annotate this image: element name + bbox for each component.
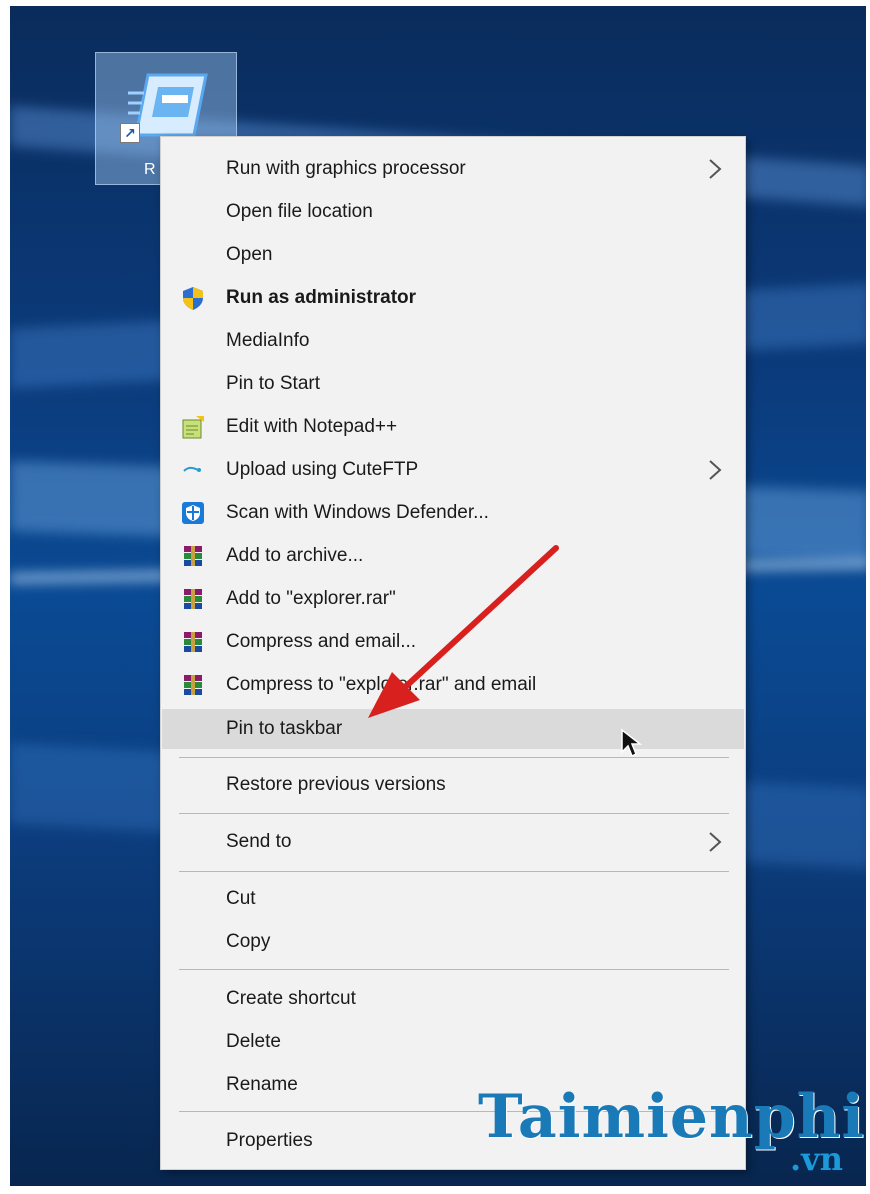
uac-shield-icon	[180, 285, 206, 311]
menu-item-label: Pin to taskbar	[226, 718, 343, 739]
chevron-right-icon	[709, 832, 722, 852]
menu-item-pin-to-start[interactable]: Pin to Start	[162, 364, 744, 404]
menu-item-open-file-location[interactable]: Open file location	[162, 192, 744, 232]
menu-item-label: Edit with Notepad++	[226, 416, 398, 437]
menu-item-label: Pin to Start	[226, 373, 320, 394]
menu-item-label: Run with graphics processor	[226, 158, 466, 179]
menu-item-mediainfo[interactable]: MediaInfo	[162, 321, 744, 361]
menu-item-label: Properties	[226, 1130, 313, 1151]
menu-item-label: Rename	[226, 1074, 298, 1095]
mouse-pointer-icon	[621, 728, 642, 758]
winrar-icon	[180, 629, 206, 655]
menu-item-compress-and-email[interactable]: Compress and email...	[162, 622, 744, 662]
menu-item-create-shortcut[interactable]: Create shortcut	[162, 979, 744, 1019]
menu-item-label: Send to	[226, 831, 292, 852]
menu-item-label: Compress to "explorer.rar" and email	[226, 674, 537, 695]
chevron-right-icon	[709, 159, 722, 179]
notepad-plus-plus-icon	[180, 414, 206, 440]
menu-item-compress-to-explorer-rar-and-email[interactable]: Compress to "explorer.rar" and email	[162, 665, 744, 705]
winrar-icon	[180, 586, 206, 612]
menu-item-label: Add to "explorer.rar"	[226, 588, 396, 609]
menu-separator	[179, 813, 729, 814]
cuteftp-icon	[180, 457, 206, 483]
menu-item-label: Cut	[226, 888, 256, 909]
menu-item-label: Create shortcut	[226, 988, 356, 1009]
menu-item-label: Open file location	[226, 201, 373, 222]
menu-separator	[179, 871, 729, 872]
menu-separator	[179, 757, 729, 758]
menu-item-label: Copy	[226, 931, 271, 952]
windows-defender-icon	[180, 500, 206, 526]
menu-item-restore-previous-versions[interactable]: Restore previous versions	[162, 765, 744, 805]
menu-item-label: Delete	[226, 1031, 281, 1052]
menu-item-edit-with-notepad[interactable]: Edit with Notepad++	[162, 407, 744, 447]
shortcut-arrow-icon: ↗	[120, 123, 140, 143]
menu-item-run-with-graphics-processor[interactable]: Run with graphics processor	[162, 149, 744, 189]
menu-item-send-to[interactable]: Send to	[162, 822, 744, 862]
menu-item-label: Restore previous versions	[226, 774, 446, 795]
menu-item-delete[interactable]: Delete	[162, 1022, 744, 1062]
menu-item-label: Scan with Windows Defender...	[226, 502, 489, 523]
menu-item-label: Compress and email...	[226, 631, 417, 652]
chevron-right-icon	[709, 460, 722, 480]
context-menu: Run with graphics processor Open file lo…	[160, 136, 746, 1170]
menu-item-pin-to-taskbar[interactable]: Pin to taskbar	[162, 709, 744, 749]
watermark-suffix: .vn	[790, 1140, 843, 1178]
menu-item-open[interactable]: Open	[162, 235, 744, 275]
menu-item-label: Run as administrator	[226, 287, 417, 308]
menu-item-run-as-administrator[interactable]: Run as administrator	[162, 278, 744, 318]
menu-item-label: Upload using CuteFTP	[226, 459, 419, 480]
menu-item-label: MediaInfo	[226, 330, 310, 351]
menu-item-upload-using-cuteftp[interactable]: Upload using CuteFTP	[162, 450, 744, 490]
winrar-icon	[180, 543, 206, 569]
menu-item-scan-with-windows-defender[interactable]: Scan with Windows Defender...	[162, 493, 744, 533]
menu-separator	[179, 969, 729, 970]
menu-item-copy[interactable]: Copy	[162, 922, 744, 962]
menu-item-label: Open	[226, 244, 273, 265]
desktop-icon-label: R	[144, 161, 156, 178]
menu-item-cut[interactable]: Cut	[162, 879, 744, 919]
app-window-icon	[128, 73, 208, 137]
winrar-icon	[180, 672, 206, 698]
menu-item-add-to-explorer-rar[interactable]: Add to "explorer.rar"	[162, 579, 744, 619]
menu-item-add-to-archive[interactable]: Add to archive...	[162, 536, 744, 576]
menu-item-label: Add to archive...	[226, 545, 364, 566]
